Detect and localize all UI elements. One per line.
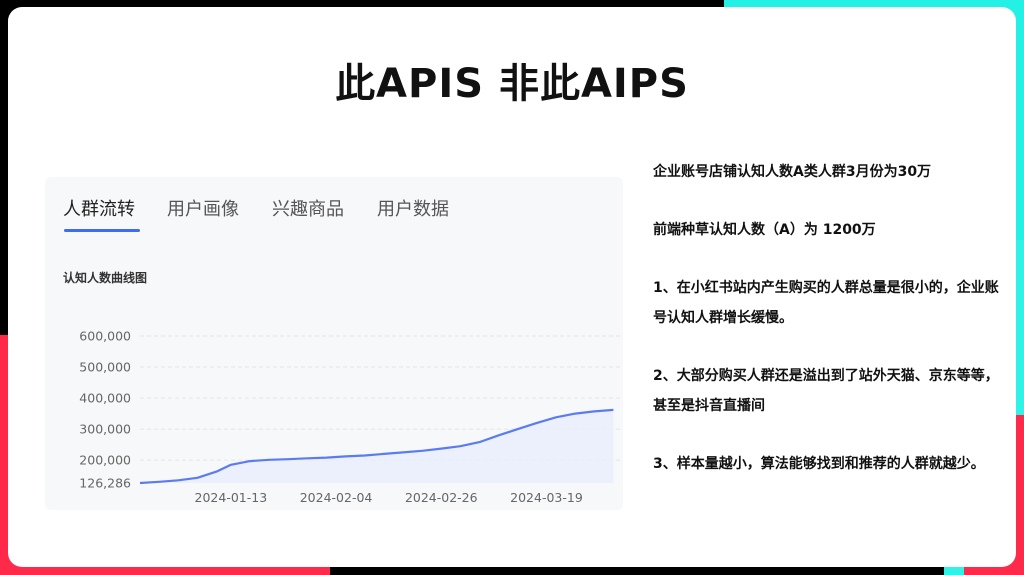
slide: 此APIS 非此AIPS 人群流转 用户画像 兴趣商品 用户数据 认知人数曲线图… — [8, 7, 1016, 567]
x-tick-label: 2024-03-19 — [510, 490, 583, 505]
y-tick-label: 200,000 — [79, 453, 131, 468]
slide-title: 此APIS 非此AIPS — [335, 61, 689, 107]
y-tick-label: 600,000 — [79, 329, 131, 344]
x-tick-label: 2024-02-26 — [405, 490, 478, 505]
line-chart: 600,000 500,000 400,000 300,000 200,000 126,2… — [79, 329, 623, 505]
chart-card: 人群流转 用户画像 兴趣商品 用户数据 认知人数曲线图 600,000 500,0… — [45, 177, 623, 510]
note-item: 2、大部分购买人群还是溢出到了站外天猫、京东等等，甚至是抖音直播间 — [653, 368, 999, 414]
note-item: 1、在小红书站内产生购买的人群总量是很小的，企业账号认知人群增长缓慢。 — [653, 280, 999, 326]
note-item: 企业账号店铺认知人数A类人群3月份为30万 — [653, 164, 932, 180]
x-tick-label: 2024-01-13 — [195, 490, 268, 505]
y-tick-label: 500,000 — [79, 360, 131, 375]
y-tick-label: 400,000 — [79, 391, 131, 406]
note-item: 前端种草认知人数（A）为 1200万 — [653, 222, 876, 238]
notes-panel: 企业账号店铺认知人数A类人群3月份为30万 前端种草认知人数（A）为 1200万… — [653, 157, 1003, 507]
y-tick-label: 300,000 — [79, 422, 131, 437]
y-tick-label: 126,286 — [79, 476, 131, 491]
x-tick-label: 2024-02-04 — [300, 490, 373, 505]
note-item: 3、样本量越小，算法能够找到和推荐的人群就越少。 — [653, 456, 985, 472]
